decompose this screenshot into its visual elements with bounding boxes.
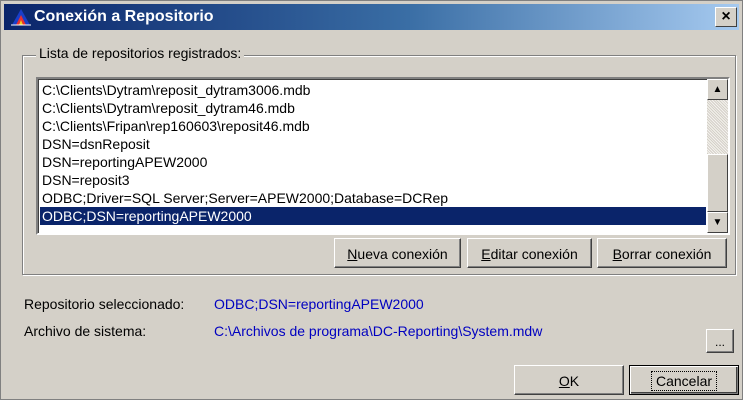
list-item[interactable]: DSN=reportingAPEW2000 [40, 153, 706, 171]
edit-connection-label: ditar conexión [490, 246, 578, 262]
ok-mnemonic: O [558, 373, 570, 389]
ok-button[interactable]: OK [514, 365, 624, 395]
repository-listbox[interactable]: C:\Clients\Dytram\reposit_dytram3006.mdb… [36, 77, 730, 235]
new-connection-mnemonic: N [347, 246, 358, 262]
arrow-down-icon: ▼ [712, 217, 723, 228]
edit-connection-mnemonic: E [481, 246, 491, 262]
selected-repository-label: Repositorio seleccionado: [24, 296, 185, 312]
delete-connection-label: orrar conexión [621, 246, 712, 262]
app-icon [11, 9, 31, 26]
arrow-up-icon: ▲ [712, 84, 723, 95]
title-bar[interactable]: Conexión a Repositorio × [4, 4, 739, 30]
system-file-label: Archivo de sistema: [24, 323, 147, 339]
list-item[interactable]: DSN=reposit3 [40, 171, 706, 189]
repository-list-label: Lista de repositorios registrados: [36, 45, 245, 61]
scroll-up-button[interactable]: ▲ [707, 79, 728, 100]
vertical-scrollbar[interactable]: ▲ ▼ [707, 79, 728, 233]
new-connection-button[interactable]: Nueva conexión [334, 238, 461, 268]
selected-repository-value: ODBC;DSN=reportingAPEW2000 [214, 296, 424, 312]
close-button[interactable]: × [715, 7, 737, 27]
list-item[interactable]: DSN=dsnReposit [40, 135, 706, 153]
new-connection-label: ueva conexión [357, 246, 448, 262]
list-item[interactable]: ODBC;Driver=SQL Server;Server=APEW2000;D… [40, 189, 706, 207]
list-item[interactable]: C:\Clients\Fripan\rep160603\reposit46.md… [40, 117, 706, 135]
cancel-label: Cancelar [650, 371, 718, 391]
repository-list: C:\Clients\Dytram\reposit_dytram3006.mdb… [40, 81, 706, 225]
scroll-thumb[interactable] [707, 154, 728, 212]
ok-label: K [569, 373, 580, 389]
list-item[interactable]: ODBC;DSN=reportingAPEW2000 [40, 207, 706, 225]
cancel-button[interactable]: Cancelar [629, 365, 739, 395]
scroll-down-button[interactable]: ▼ [707, 212, 728, 233]
close-icon: × [721, 8, 731, 25]
delete-connection-mnemonic: B [612, 246, 622, 262]
list-item[interactable]: C:\Clients\Dytram\reposit_dytram3006.mdb [40, 81, 706, 99]
delete-connection-button[interactable]: Borrar conexión [597, 238, 727, 268]
browse-button[interactable]: ... [706, 329, 734, 353]
list-item[interactable]: C:\Clients\Dytram\reposit_dytram46.mdb [40, 99, 706, 117]
system-file-value: C:\Archivos de programa\DC-Reporting\Sys… [214, 323, 543, 339]
edit-connection-button[interactable]: Editar conexión [467, 238, 592, 268]
window-title: Conexión a Repositorio [34, 8, 214, 25]
